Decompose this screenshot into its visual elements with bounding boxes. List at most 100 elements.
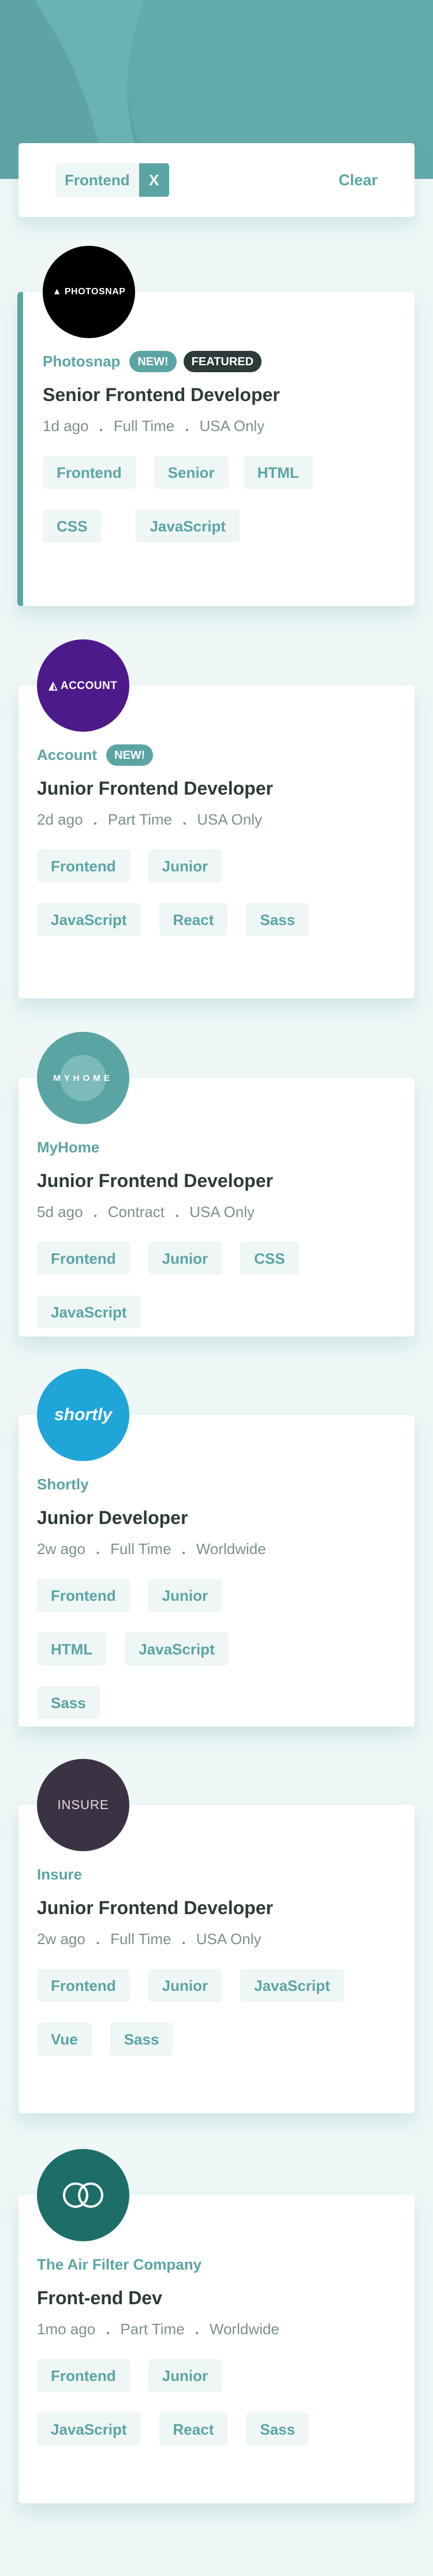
contract-type: Contract [107, 1203, 165, 1220]
job-position-title[interactable]: Junior Frontend Developer [37, 1897, 396, 1919]
clear-filters-button[interactable]: Clear [338, 171, 378, 189]
insure-logo-icon: INSURE [57, 1798, 109, 1812]
company-row: Insure [37, 1863, 396, 1886]
filter-bar: Frontend X Clear [18, 143, 415, 217]
location: USA Only [199, 417, 265, 435]
separator-dot-icon: . [181, 1540, 186, 1557]
tag-css[interactable]: CSS [240, 1242, 299, 1275]
tag-javascript[interactable]: JavaScript [37, 2413, 141, 2446]
company-row: Photosnap NEW! FEATURED [43, 350, 396, 373]
air-filter-logo-icon [63, 2182, 103, 2208]
tag-html[interactable]: HTML [37, 1633, 107, 1665]
tag-frontend[interactable]: Frontend [43, 456, 136, 489]
tag-css[interactable]: CSS [43, 510, 102, 542]
company-row: Account NEW! [37, 743, 396, 766]
separator-dot-icon: . [106, 2320, 110, 2338]
job-position-title[interactable]: Junior Frontend Developer [37, 778, 396, 799]
separator-dot-icon: . [93, 1203, 98, 1220]
tag-list: Frontend Junior HTML JavaScript Sass [37, 1579, 269, 1740]
tag-javascript[interactable]: JavaScript [240, 1969, 344, 2002]
job-position-title[interactable]: Junior Developer [37, 1507, 396, 1529]
job-card-insure: INSURE Insure Junior Frontend Developer … [18, 1759, 415, 2113]
company-name: Photosnap [43, 352, 121, 370]
company-name: Account [37, 746, 97, 763]
posted-at: 2w ago [37, 1540, 85, 1557]
filter-chip: Frontend X [55, 163, 169, 197]
tag-sass[interactable]: Sass [246, 903, 309, 936]
tag-html[interactable]: HTML [243, 456, 313, 489]
tag-javascript[interactable]: JavaScript [37, 1296, 141, 1328]
tag-junior[interactable]: Junior [148, 849, 222, 882]
separator-dot-icon: . [182, 811, 187, 828]
tag-junior[interactable]: Junior [148, 1242, 222, 1275]
tag-javascript[interactable]: JavaScript [125, 1633, 229, 1665]
job-card-air-filter: The Air Filter Company Front-end Dev 1mo… [18, 2149, 415, 2503]
job-card-account: ◭ ACCOUNT Account NEW! Junior Frontend D… [18, 639, 415, 998]
tag-frontend[interactable]: Frontend [37, 1969, 130, 2002]
company-name: Shortly [37, 1475, 89, 1493]
tag-sass[interactable]: Sass [110, 2023, 173, 2055]
filter-chip-label: Frontend [55, 163, 139, 197]
job-meta: 2w ago . Full Time . USA Only [37, 1930, 396, 1948]
tag-javascript[interactable]: JavaScript [37, 903, 141, 936]
tag-sass[interactable]: Sass [246, 2413, 309, 2446]
company-name: Insure [37, 1865, 83, 1883]
new-badge: NEW! [106, 744, 154, 766]
tag-frontend[interactable]: Frontend [37, 1579, 130, 1612]
logo-text: MYHOME [53, 1073, 113, 1083]
tag-frontend[interactable]: Frontend [37, 1242, 130, 1275]
posted-at: 1d ago [43, 417, 89, 435]
company-logo: INSURE [37, 1759, 129, 1851]
contract-type: Full Time [110, 1540, 171, 1557]
company-logo: MYHOME [37, 1032, 129, 1124]
company-name: MyHome [37, 1138, 100, 1156]
location: Worldwide [196, 1540, 266, 1557]
shortly-logo-icon: shortly [54, 1405, 113, 1424]
separator-dot-icon: . [99, 417, 103, 435]
tag-junior[interactable]: Junior [148, 2359, 222, 2392]
photosnap-logo-icon: ▲ PHOTOSNAP [52, 287, 126, 297]
separator-dot-icon: . [181, 1930, 186, 1948]
contract-type: Full Time [113, 417, 175, 435]
job-meta: 2w ago . Full Time . Worldwide [37, 1540, 396, 1558]
company-row: Shortly [37, 1473, 396, 1496]
company-row: The Air Filter Company [37, 2253, 396, 2276]
job-meta: 1mo ago . Part Time . Worldwide [37, 2320, 396, 2338]
tag-list: Frontend Senior HTML CSS JavaScript [43, 456, 373, 563]
tag-frontend[interactable]: Frontend [37, 849, 130, 882]
tag-sass[interactable]: Sass [37, 1686, 100, 1719]
tag-vue[interactable]: Vue [37, 2023, 92, 2055]
contract-type: Full Time [110, 1930, 171, 1948]
featured-badge: FEATURED [183, 350, 262, 372]
posted-at: 5d ago [37, 1203, 83, 1220]
posted-at: 1mo ago [37, 2320, 96, 2338]
separator-dot-icon: . [93, 811, 98, 828]
job-position-title[interactable]: Front-end Dev [37, 2287, 396, 2309]
company-name: The Air Filter Company [37, 2255, 202, 2273]
tag-junior[interactable]: Junior [148, 1969, 222, 2002]
account-logo-icon: ◭ ACCOUNT [48, 679, 118, 692]
company-logo: ▲ PHOTOSNAP [43, 246, 135, 338]
tag-react[interactable]: React [159, 2413, 228, 2446]
location: Worldwide [209, 2320, 279, 2338]
tag-list: Frontend Junior JavaScript React Sass [37, 849, 338, 957]
company-row: MyHome [37, 1136, 396, 1159]
posted-at: 2d ago [37, 811, 83, 828]
contract-type: Part Time [107, 811, 173, 828]
contract-type: Part Time [120, 2320, 185, 2338]
job-position-title[interactable]: Junior Frontend Developer [37, 1170, 396, 1192]
company-logo: shortly [37, 1369, 129, 1461]
tag-list: Frontend Junior CSS JavaScript [37, 1242, 396, 1349]
separator-dot-icon: . [175, 1203, 180, 1220]
location: USA Only [189, 1203, 255, 1220]
job-card-photosnap: ▲ PHOTOSNAP Photosnap NEW! FEATURED Seni… [17, 246, 415, 606]
job-position-title[interactable]: Senior Frontend Developer [43, 384, 396, 406]
tag-junior[interactable]: Junior [148, 1579, 222, 1612]
tag-javascript[interactable]: JavaScript [136, 510, 240, 542]
remove-filter-button[interactable]: X [139, 163, 169, 197]
tag-frontend[interactable]: Frontend [37, 2359, 130, 2392]
tag-senior[interactable]: Senior [154, 456, 229, 489]
job-meta: 1d ago . Full Time . USA Only [43, 417, 396, 435]
job-meta: 2d ago . Part Time . USA Only [37, 811, 396, 829]
tag-react[interactable]: React [159, 903, 228, 936]
